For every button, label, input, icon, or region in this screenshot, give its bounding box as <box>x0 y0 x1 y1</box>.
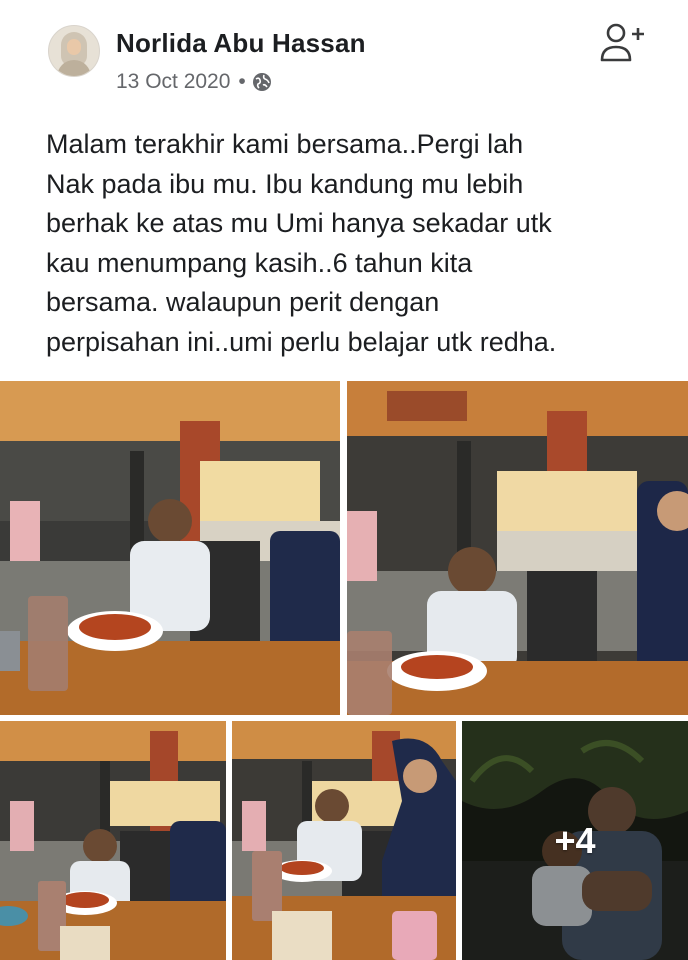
author-name[interactable]: Norlida Abu Hassan <box>116 28 366 59</box>
post-photo-1[interactable] <box>0 381 340 715</box>
photo-table-wide <box>0 721 226 960</box>
add-friend-icon[interactable] <box>598 18 650 68</box>
facebook-post: Norlida Abu Hassan 13 Oct 2020 • Malam t… <box>0 0 688 960</box>
avatar-body <box>57 60 91 76</box>
author-avatar[interactable] <box>48 25 100 77</box>
post-photo-4[interactable] <box>232 721 456 960</box>
photo-boy-eating <box>0 381 340 715</box>
avatar-face <box>67 39 81 55</box>
post-meta: 13 Oct 2020 • <box>116 70 272 94</box>
post-caption: Malam terakhir kami bersama..Pergi lah N… <box>46 129 557 357</box>
post-photo-3[interactable] <box>0 721 226 960</box>
post-photo-2[interactable] <box>347 381 688 715</box>
photo-boy-smiling <box>347 381 688 715</box>
post-photo-5[interactable]: +4 <box>462 721 688 960</box>
meta-separator: • <box>238 70 246 93</box>
photo-table-mother <box>232 721 456 960</box>
post-date[interactable]: 13 Oct 2020 <box>116 70 230 94</box>
globe-icon <box>252 73 271 91</box>
more-photos-overlay[interactable]: +4 <box>462 721 688 960</box>
more-photos-count: +4 <box>554 819 596 861</box>
